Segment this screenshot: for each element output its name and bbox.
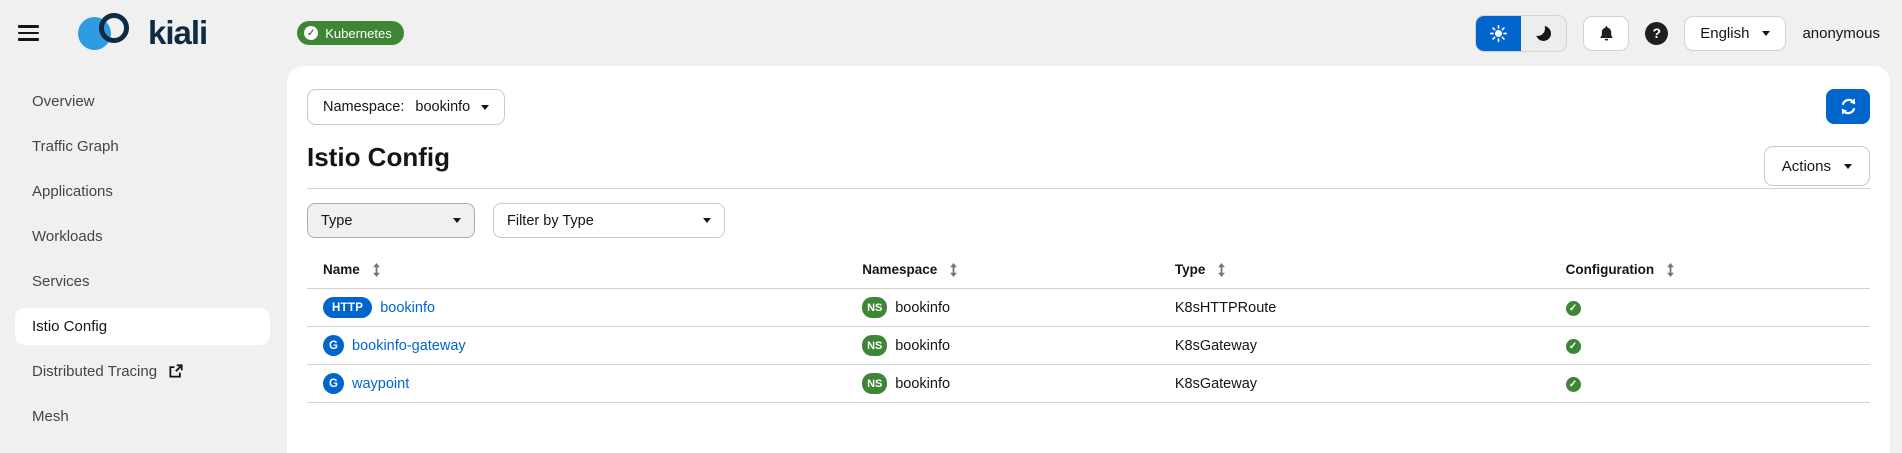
filter-category-dropdown[interactable]: Type — [307, 203, 475, 238]
theme-toggle — [1475, 14, 1568, 52]
sidebar-item-label: Traffic Graph — [32, 138, 119, 155]
column-header-namespace[interactable]: Namespace — [846, 251, 1159, 289]
sidebar-item-label: Overview — [32, 93, 95, 110]
kubernetes-badge-label: Kubernetes — [325, 25, 392, 41]
check-icon: ✓ — [304, 26, 319, 40]
namespace-dropdown[interactable]: Namespace: bookinfo — [307, 89, 506, 125]
column-header-label: Name — [323, 262, 360, 277]
sidebar-nav: Overview Traffic Graph Applications Work… — [0, 66, 287, 453]
config-link[interactable]: bookinfo-gateway — [352, 338, 466, 354]
column-header-label: Type — [1174, 262, 1206, 277]
caret-down-icon — [703, 218, 711, 223]
column-header-name[interactable]: Name — [307, 251, 847, 289]
sidebar-item-label: Distributed Tracing — [32, 363, 158, 380]
sort-icon[interactable] — [1666, 262, 1675, 277]
gateway-badge: G — [323, 335, 344, 356]
istio-config-table: Name Namespace Type Configuration HTTP b… — [307, 251, 1870, 403]
column-header-label: Configuration — [1565, 262, 1655, 277]
table-row: G bookinfo-gateway NS bookinfo K8sGatewa… — [307, 326, 1870, 365]
language-label: English — [1700, 24, 1750, 42]
sidebar-item-distributed-tracing[interactable]: Distributed Tracing — [0, 349, 287, 394]
sidebar-item-services[interactable]: Services — [0, 259, 287, 304]
kubernetes-badge: ✓ Kubernetes — [297, 21, 404, 45]
table-row: HTTP bookinfo NS bookinfo K8sHTTPRoute ✓ — [307, 288, 1870, 327]
config-link[interactable]: waypoint — [352, 376, 409, 392]
refresh-button[interactable] — [1826, 89, 1870, 124]
page-title: Istio Config — [307, 142, 450, 172]
namespace-label: Namespace: — [323, 99, 405, 115]
valid-config-icon: ✓ — [1565, 377, 1581, 392]
sidebar-item-mesh[interactable]: Mesh — [0, 394, 287, 439]
sidebar-item-workloads[interactable]: Workloads — [0, 214, 287, 259]
sidebar-item-label: Workloads — [32, 228, 103, 245]
logo-circle-ring — [99, 13, 129, 43]
table-header-row: Name Namespace Type Configuration — [307, 251, 1870, 289]
sidebar-item-istio-config[interactable]: Istio Config — [0, 304, 287, 349]
masthead: kiali ✓ Kubernetes ? English anonymous — [0, 0, 1902, 66]
valid-config-icon: ✓ — [1565, 301, 1581, 316]
sort-icon[interactable] — [372, 262, 381, 277]
namespace-badge: NS — [862, 335, 888, 356]
sort-icon[interactable] — [1217, 262, 1226, 277]
column-header-configuration[interactable]: Configuration — [1549, 251, 1870, 289]
filter-toolbar: Type Filter by Type — [307, 203, 1870, 238]
caret-down-icon — [453, 218, 461, 223]
namespace-value: bookinfo — [415, 99, 471, 115]
namespace-cell-value: bookinfo — [895, 375, 951, 392]
filter-by-type-dropdown[interactable]: Filter by Type — [493, 203, 725, 238]
sidebar-item-traffic-graph[interactable]: Traffic Graph — [0, 124, 287, 169]
language-dropdown[interactable]: English — [1684, 15, 1787, 51]
sidebar-item-label: Applications — [32, 183, 113, 200]
column-header-type[interactable]: Type — [1158, 251, 1550, 289]
actions-dropdown[interactable]: Actions — [1763, 146, 1870, 186]
caret-down-icon — [1844, 163, 1852, 169]
sidebar-item-label: Mesh — [32, 408, 69, 425]
type-cell-value: K8sHTTPRoute — [1174, 299, 1277, 316]
help-icon: ? — [1652, 25, 1662, 41]
sidebar-item-label: Istio Config — [32, 318, 108, 335]
sidebar-item-label: Services — [32, 273, 90, 290]
caret-down-icon — [481, 104, 490, 110]
namespace-cell-value: bookinfo — [895, 337, 951, 354]
column-header-label: Namespace — [862, 262, 938, 277]
username[interactable]: anonymous — [1802, 25, 1880, 42]
namespace-badge: NS — [862, 297, 888, 318]
sidebar-item-overview[interactable]: Overview — [0, 79, 287, 124]
kiali-logo-text: kiali — [148, 14, 208, 51]
caret-down-icon — [1762, 30, 1771, 36]
external-link-icon — [169, 364, 183, 378]
menu-toggle-button[interactable] — [18, 18, 48, 48]
kiali-logo-icon — [78, 13, 139, 53]
dark-theme-button[interactable] — [1521, 15, 1567, 51]
notifications-button[interactable] — [1583, 15, 1630, 51]
light-theme-button[interactable] — [1476, 15, 1522, 51]
valid-config-icon: ✓ — [1565, 339, 1581, 354]
config-link[interactable]: bookinfo — [380, 300, 435, 316]
gateway-badge: G — [323, 373, 344, 394]
filter-category-label: Type — [321, 212, 353, 229]
namespace-cell-value: bookinfo — [895, 299, 951, 316]
actions-label: Actions — [1781, 157, 1831, 175]
masthead-right-controls: ? English anonymous — [1475, 14, 1880, 52]
http-route-badge: HTTP — [323, 297, 373, 318]
bell-icon — [1600, 25, 1613, 41]
help-button[interactable]: ? — [1645, 21, 1669, 45]
moon-icon — [1530, 20, 1552, 41]
content-card: Namespace: bookinfo Istio Config Actions… — [287, 66, 1890, 453]
sun-icon — [1490, 24, 1508, 42]
table-row: G waypoint NS bookinfo K8sGateway ✓ — [307, 364, 1870, 403]
type-cell-value: K8sGateway — [1174, 337, 1258, 354]
sort-icon[interactable] — [949, 262, 958, 277]
refresh-icon — [1841, 98, 1855, 115]
sidebar-item-applications[interactable]: Applications — [0, 169, 287, 214]
type-cell-value: K8sGateway — [1174, 375, 1258, 392]
kiali-logo[interactable]: kiali — [78, 13, 208, 53]
filter-by-type-label: Filter by Type — [507, 212, 594, 229]
namespace-badge: NS — [862, 373, 888, 394]
